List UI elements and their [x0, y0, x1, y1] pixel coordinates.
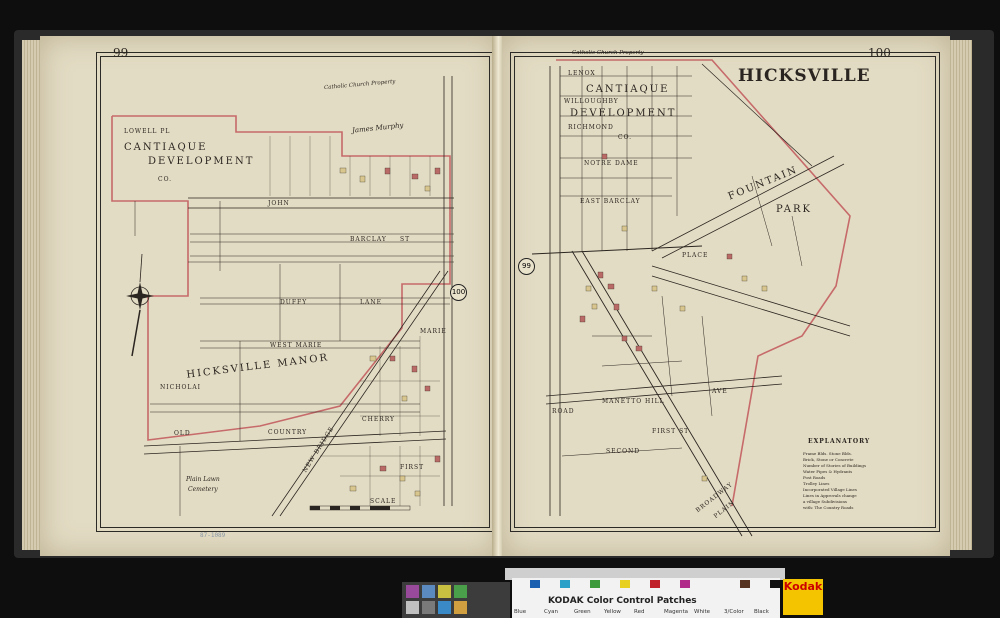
- legend-row: Incorporated Village Lines: [803, 487, 857, 492]
- lane-label: LANE: [360, 299, 382, 306]
- color-patch-label: Yellow: [604, 609, 621, 615]
- right-first-street-label: FIRST ST: [652, 428, 690, 435]
- color-patch: [530, 580, 540, 588]
- gray-patch: [406, 585, 419, 598]
- left-page-edges: [22, 40, 42, 550]
- legend-row: with: The Country Roads: [803, 505, 854, 510]
- second-street-label: SECOND: [606, 448, 641, 455]
- legend-row: Frame Blds. Stone Blds.: [803, 451, 852, 456]
- archive-stamp: 87-1089: [200, 532, 226, 539]
- cemetery-label-2: Cemetery: [188, 486, 218, 493]
- route-marker-100: 100: [450, 284, 467, 301]
- color-patch: [590, 580, 600, 588]
- right-co-label: CO.: [618, 134, 633, 141]
- gray-patch: [406, 601, 419, 614]
- color-patch: [770, 580, 780, 588]
- richmond-label: RICHMOND: [568, 124, 614, 131]
- color-patch-label: White: [694, 609, 710, 615]
- kodak-title: KODAK Color Control Patches: [548, 596, 697, 606]
- right-cantiaque-label: CANTIAQUE: [586, 84, 670, 95]
- color-patch: [560, 580, 570, 588]
- marie-label: MARIE: [420, 328, 447, 335]
- gray-patch: [454, 585, 467, 598]
- left-page: 99 Catholic Church Property James Murphy…: [40, 36, 498, 556]
- legend-row: a village Subdivisions: [803, 499, 847, 504]
- park-label: PARK: [776, 204, 813, 215]
- legend-title: EXPLANATORY: [808, 438, 871, 445]
- country-label: COUNTRY: [268, 429, 308, 436]
- gray-patch: [454, 601, 467, 614]
- color-patch: [650, 580, 660, 588]
- color-patch-label: 3/Color: [724, 609, 744, 615]
- right-page-edges: [948, 40, 972, 550]
- legend-row: Water Pipes & Hydrants: [803, 469, 853, 474]
- legend-row: Brick, Stone or Concrete: [803, 457, 854, 462]
- duffy-label: DUFFY: [280, 299, 308, 306]
- kodak-logo: Kodak: [783, 579, 823, 615]
- color-patch-label: Blue: [514, 609, 527, 615]
- notre-dame-label: NOTRE DAME: [584, 160, 639, 167]
- right-development-label: DEVELOPMENT: [570, 108, 677, 119]
- scale-label: SCALE: [370, 498, 397, 505]
- gray-patch: [438, 601, 451, 614]
- color-patch-label: Magenta: [664, 609, 689, 615]
- lowell-label: LOWELL PL: [124, 128, 171, 135]
- road-label: ROAD: [552, 408, 575, 415]
- color-patch: [620, 580, 630, 588]
- manetto-hill-label: MANETTO HILL: [602, 398, 665, 405]
- development-label: DEVELOPMENT: [148, 156, 255, 167]
- street-suffix-label: ST: [400, 236, 411, 243]
- gray-patch: [422, 585, 435, 598]
- legend-row: Trolley Lines: [803, 481, 830, 486]
- right-church-property-label: Catholic Church Property: [572, 50, 644, 56]
- gray-patch: [438, 585, 451, 598]
- color-patch-label: Black: [754, 609, 769, 615]
- co-label: CO.: [158, 176, 173, 183]
- legend-row: Post Roads: [803, 475, 826, 480]
- route-marker-99: 99: [518, 258, 535, 275]
- legend-row: Lines in Approvals change: [803, 493, 857, 498]
- lenox-label: LENOX: [568, 70, 596, 77]
- willoughby-label: WILLOUGHBY: [564, 98, 619, 105]
- color-patch-label: Green: [574, 609, 591, 615]
- legend-row: Number of Stories of Buildings: [803, 463, 867, 468]
- west-marie-label: WEST MARIE: [270, 342, 323, 349]
- barclay-street-label: BARCLAY: [350, 236, 387, 243]
- color-patch-label: Cyan: [544, 609, 558, 615]
- cherry-label: CHERRY: [362, 416, 396, 423]
- first-street-label: FIRST: [400, 464, 425, 471]
- east-barclay-label: EAST BARCLAY: [580, 198, 641, 205]
- nicholai-label: NICHOLAI: [160, 384, 202, 391]
- cantiaque-label: CANTIAQUE: [124, 142, 208, 153]
- color-patch: [680, 580, 690, 588]
- left-map-drawing: [111, 76, 454, 517]
- old-label: OLD: [174, 430, 191, 437]
- gray-patch: [422, 601, 435, 614]
- ave-label: AVE: [712, 388, 728, 395]
- right-page: 100 HICKSVILLE Catholic Church Property …: [502, 36, 950, 556]
- color-patch: [740, 580, 750, 588]
- color-patch: [710, 580, 720, 588]
- cemetery-label-1: Plain Lawn: [186, 476, 220, 483]
- color-patch-label: Red: [634, 609, 645, 615]
- place-label: PLACE: [682, 252, 709, 259]
- john-street-label: JOHN: [268, 200, 290, 207]
